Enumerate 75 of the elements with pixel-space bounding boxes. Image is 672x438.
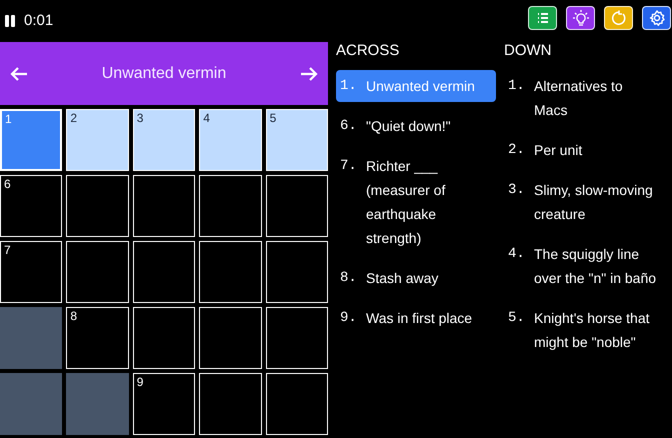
grid-square[interactable] xyxy=(266,307,328,369)
clue-text: Unwanted vermin xyxy=(366,77,475,96)
clue-number: 9. xyxy=(340,309,358,328)
grid-square[interactable]: 5 xyxy=(266,109,328,171)
current-clue: Unwanted vermin xyxy=(102,64,226,84)
grid-square[interactable] xyxy=(266,373,328,435)
clue-number: 2 xyxy=(70,111,78,125)
grid-square[interactable] xyxy=(266,175,328,237)
section-heading: DOWN xyxy=(504,41,552,61)
clue-number: 1 xyxy=(5,112,12,126)
grid-square[interactable] xyxy=(66,241,129,303)
clue-item[interactable]: 6. "Quiet down!" xyxy=(336,110,496,142)
clue-number: 9 xyxy=(136,375,144,389)
arrow-right-icon[interactable] xyxy=(300,66,318,82)
grid-square[interactable] xyxy=(132,307,196,369)
clue-number: 3. xyxy=(508,181,526,200)
clue-item[interactable]: 7. Richter ___ (measurer of earthquake strength) xyxy=(336,150,496,254)
grid-square[interactable] xyxy=(132,241,196,303)
clue-number: 5. xyxy=(508,309,526,328)
grid-square[interactable] xyxy=(199,307,262,369)
clue-number: 3 xyxy=(136,111,144,125)
clue-text: Alternatives to Macs xyxy=(534,77,624,120)
clue-text: Richter ___ (measurer of earthquake strength) xyxy=(366,157,446,248)
grid-square[interactable] xyxy=(266,241,328,303)
grid-square[interactable]: 3 xyxy=(132,109,196,171)
clue-number: 2. xyxy=(508,141,526,160)
list-button[interactable] xyxy=(528,6,557,30)
lightbulb-icon xyxy=(572,9,590,27)
reset-button[interactable] xyxy=(604,6,633,30)
grid-square[interactable]: 4 xyxy=(199,109,262,171)
clue-number: 4. xyxy=(508,245,526,264)
arrow-left-icon[interactable] xyxy=(10,66,28,82)
grid-square[interactable]: 7 xyxy=(0,241,62,303)
settings-icon xyxy=(648,9,666,27)
clue-number: 1. xyxy=(340,77,358,96)
grid-square[interactable] xyxy=(199,175,262,237)
settings-button[interactable] xyxy=(642,6,671,30)
hint-button[interactable] xyxy=(566,6,595,30)
clue-number: 6. xyxy=(340,117,358,136)
clue-number: 8 xyxy=(70,309,78,323)
refresh-icon xyxy=(610,9,628,27)
clue-item[interactable]: 3. Slimy, slow-moving creature xyxy=(504,174,664,230)
clue-text: Slimy, slow-moving creature xyxy=(534,181,654,224)
clue-item[interactable]: 8. Stash away xyxy=(336,262,496,294)
grid-square[interactable]: 1 xyxy=(0,109,62,171)
grid-square[interactable]: 6 xyxy=(0,175,62,237)
grid-square[interactable] xyxy=(66,175,129,237)
clue-text: Was in first place xyxy=(366,309,472,328)
clue-text: "Quiet down!" xyxy=(366,117,451,136)
clue-item[interactable]: 2. Per unit xyxy=(504,134,664,166)
clue-item[interactable]: 1. Unwanted vermin xyxy=(336,70,496,102)
clue-number: 6 xyxy=(4,177,11,191)
section-heading: ACROSS xyxy=(336,41,400,61)
grid-square[interactable] xyxy=(199,241,262,303)
clue-number: 8. xyxy=(340,269,358,288)
timer: 0:01 xyxy=(24,10,54,31)
grid-square[interactable]: 8 xyxy=(66,307,129,369)
clue-text: Knight's horse that might be "noble" xyxy=(534,309,651,352)
clue-text: The squiggly line over the "n" in baño xyxy=(534,245,658,288)
clue-number: 4 xyxy=(203,111,210,125)
clue-item[interactable]: 9. Was in first place xyxy=(336,302,496,334)
grid-square[interactable] xyxy=(132,175,196,237)
clue-number: 1. xyxy=(508,77,526,96)
clue-number: 7 xyxy=(4,243,11,257)
grid-square[interactable]: 9 xyxy=(132,373,196,435)
clue-item[interactable]: 5. Knight's horse that might be "noble" xyxy=(504,302,664,358)
pause-icon[interactable] xyxy=(4,14,16,28)
clue-number: 7. xyxy=(340,157,358,176)
clue-text: Per unit xyxy=(534,141,582,160)
clue-text: Stash away xyxy=(366,269,438,288)
clue-number: 5 xyxy=(270,111,276,125)
grid-square[interactable]: 2 xyxy=(66,109,129,171)
clue-item[interactable]: 4. The squiggly line over the "n" in baño xyxy=(504,238,664,294)
grid-square[interactable] xyxy=(199,373,262,435)
clue-item[interactable]: 1. Alternatives to Macs xyxy=(504,70,664,126)
